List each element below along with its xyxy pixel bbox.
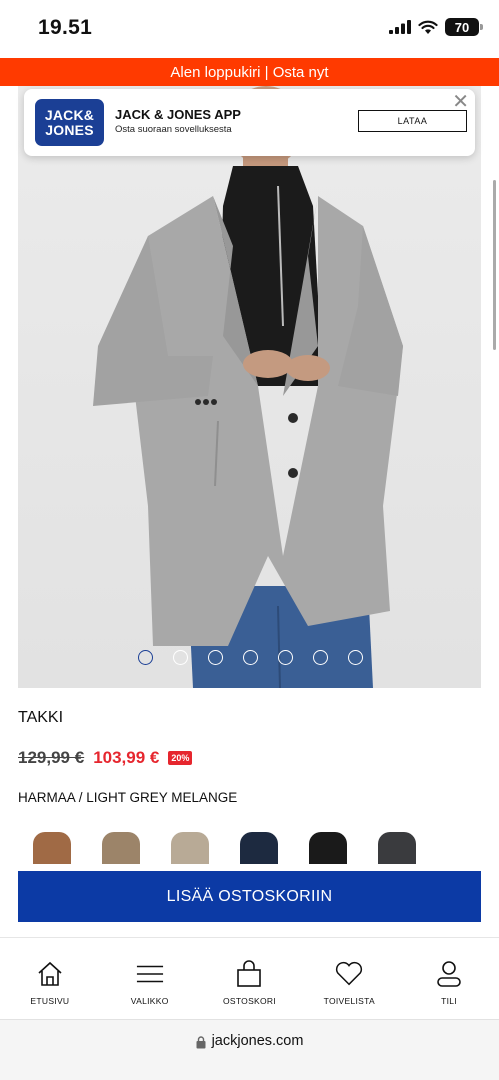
status-icons: 70 xyxy=(389,18,483,36)
nav-home-label: ETUSIVU xyxy=(30,996,70,1006)
heart-icon xyxy=(335,960,363,988)
carousel-dot[interactable] xyxy=(278,650,293,665)
color-swatches xyxy=(18,826,481,864)
color-swatch[interactable] xyxy=(363,826,432,864)
color-swatch[interactable] xyxy=(156,826,225,864)
image-carousel-dots xyxy=(138,650,363,665)
app-download-banner: JACK& JONES JACK & JONES APP Osta suoraa… xyxy=(24,89,475,156)
user-icon xyxy=(435,960,463,988)
brand-logo-line1: JACK& xyxy=(44,106,95,123)
nav-cart-label: OSTOSKORI xyxy=(222,996,277,1006)
nav-cart[interactable]: OSTOSKORI xyxy=(200,938,300,1019)
carousel-dot[interactable] xyxy=(348,650,363,665)
nav-account[interactable]: TILI xyxy=(399,938,499,1019)
lock-icon xyxy=(196,1036,206,1049)
color-swatch[interactable] xyxy=(294,826,363,864)
nav-home[interactable]: ETUSIVU xyxy=(0,938,100,1019)
home-icon xyxy=(36,960,64,988)
battery-icon: 70 xyxy=(445,18,483,36)
nav-wishlist[interactable]: TOIVELISTA xyxy=(299,938,399,1019)
swatch-coat xyxy=(33,832,71,864)
status-bar: 19.51 70 xyxy=(0,0,499,58)
product-image[interactable] xyxy=(18,86,481,688)
add-to-cart-button[interactable]: LISÄÄ OSTOSKORIIN xyxy=(18,871,481,922)
swatch-coat xyxy=(102,832,140,864)
url-domain: jackjones.com xyxy=(211,1033,304,1049)
brand-logo-line2: JONES xyxy=(45,121,94,138)
carousel-dot[interactable] xyxy=(173,650,188,665)
app-banner-subtitle: Osta suoraan sovelluksesta xyxy=(115,124,232,135)
signal-icon xyxy=(389,20,411,34)
bottom-navigation: ETUSIVU VALIKKO OSTOSKORI TOIVELISTA TIL… xyxy=(0,937,499,1019)
carousel-dot[interactable] xyxy=(208,650,223,665)
discount-badge: 20% xyxy=(168,751,193,765)
price-row: 129,99 € 103,99 € 20% xyxy=(18,748,193,768)
shopping-bag-icon xyxy=(235,960,263,988)
nav-account-label: TILI xyxy=(441,996,457,1006)
download-app-button[interactable]: LATAA xyxy=(358,110,467,132)
carousel-dot[interactable] xyxy=(313,650,328,665)
status-time: 19.51 xyxy=(38,16,93,39)
nav-menu[interactable]: VALIKKO xyxy=(100,938,200,1019)
nav-wishlist-label: TOIVELISTA xyxy=(323,996,375,1006)
swatch-coat xyxy=(309,832,347,864)
color-name: HARMAA / LIGHT GREY MELANGE xyxy=(18,790,238,805)
nav-menu-label: VALIKKO xyxy=(130,996,169,1006)
color-swatch[interactable] xyxy=(87,826,156,864)
swatch-coat xyxy=(171,832,209,864)
carousel-dot[interactable] xyxy=(243,650,258,665)
carousel-dot[interactable] xyxy=(138,650,153,665)
swatch-coat xyxy=(378,832,416,864)
color-swatch[interactable] xyxy=(18,826,87,864)
promo-banner[interactable]: Alen loppukiri | Osta nyt xyxy=(0,58,499,86)
menu-icon xyxy=(136,960,164,988)
app-banner-title: JACK & JONES APP xyxy=(115,107,241,122)
sale-price: 103,99 € xyxy=(93,748,160,767)
original-price: 129,99 € xyxy=(18,748,85,767)
wifi-icon xyxy=(418,20,438,34)
brand-logo: JACK& JONES xyxy=(35,99,104,146)
product-photo xyxy=(93,86,403,688)
color-swatch[interactable] xyxy=(225,826,294,864)
product-title: TAKKI xyxy=(18,709,64,726)
scrollbar[interactable] xyxy=(493,180,496,350)
swatch-coat xyxy=(240,832,278,864)
close-icon[interactable]: ✕ xyxy=(452,89,469,114)
browser-url-bar[interactable]: jackjones.com xyxy=(0,1019,499,1080)
